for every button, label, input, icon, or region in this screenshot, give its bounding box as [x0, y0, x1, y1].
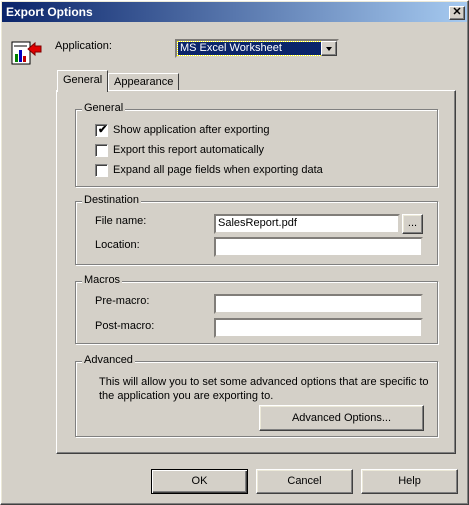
pre-macro-input[interactable]	[214, 294, 423, 314]
ok-button[interactable]: OK	[151, 469, 248, 494]
help-button[interactable]: Help	[361, 469, 458, 494]
chevron-down-icon[interactable]	[321, 41, 337, 56]
destination-group-title: Destination	[82, 194, 142, 206]
tab-general[interactable]: General	[57, 70, 109, 92]
window-title: Export Options	[6, 5, 93, 19]
expand-page-fields-checkbox[interactable]	[95, 164, 108, 177]
export-report-icon	[11, 39, 43, 67]
close-button[interactable]: ✕	[449, 6, 465, 20]
tab-general-label: General	[63, 74, 103, 86]
file-name-label: File name:	[95, 215, 147, 227]
application-select-value: MS Excel Worksheet	[177, 41, 323, 56]
advanced-description: This will allow you to set some advanced…	[99, 376, 429, 402]
macros-group-title: Macros	[82, 274, 123, 286]
post-macro-input[interactable]	[214, 318, 423, 338]
advanced-options-button[interactable]: Advanced Options...	[259, 405, 424, 431]
tab-appearance[interactable]: Appearance	[108, 73, 180, 91]
title-bar[interactable]: Export Options ✕	[2, 2, 467, 22]
expand-page-fields-label: Expand all page fields when exporting da…	[113, 164, 323, 176]
export-automatically-checkbox[interactable]	[95, 144, 108, 157]
application-label: Application:	[55, 40, 112, 52]
post-macro-label: Post-macro:	[95, 320, 155, 332]
show-application-checkbox[interactable]: ✔	[95, 124, 108, 137]
general-group-title: General	[82, 102, 126, 114]
location-input[interactable]	[214, 237, 423, 257]
pre-macro-label: Pre-macro:	[95, 295, 150, 307]
advanced-group-title: Advanced	[82, 354, 135, 366]
check-mark-icon: ✔	[98, 124, 108, 136]
application-select[interactable]: MS Excel Worksheet	[175, 39, 339, 58]
file-name-input[interactable]: SalesReport.pdf	[214, 214, 400, 234]
browse-button[interactable]: ...	[402, 214, 423, 234]
location-label: Location:	[95, 239, 140, 251]
export-automatically-label: Export this report automatically	[113, 144, 265, 156]
cancel-button[interactable]: Cancel	[256, 469, 353, 494]
show-application-label: Show application after exporting	[113, 124, 270, 136]
tab-appearance-label: Appearance	[114, 76, 174, 88]
